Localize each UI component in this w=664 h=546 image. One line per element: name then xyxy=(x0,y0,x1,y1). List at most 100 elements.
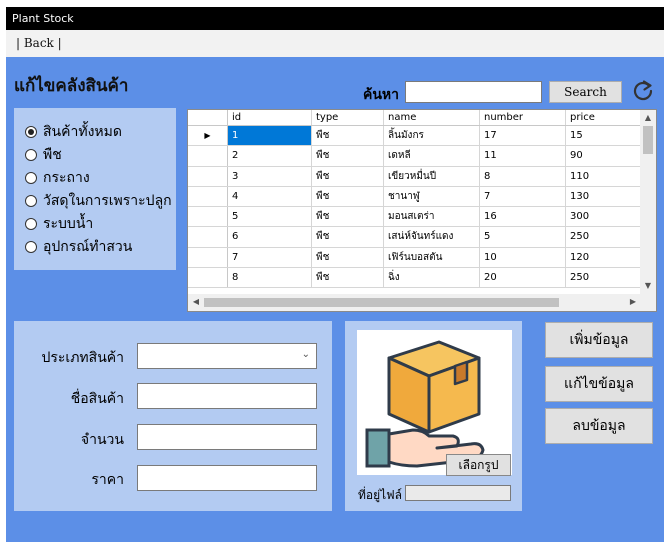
cell-name[interactable]: เขียวหมื่นปี xyxy=(384,166,480,186)
radio-circle-icon[interactable] xyxy=(25,148,37,161)
table-row[interactable]: 5 พืช มอนสเตร่า 16 300 xyxy=(188,207,641,228)
radio-circle-icon[interactable] xyxy=(25,171,37,184)
horizontal-scroll-thumb[interactable] xyxy=(204,298,559,307)
price-input[interactable] xyxy=(137,465,317,491)
row-header-cell[interactable] xyxy=(188,166,228,186)
column-header-type[interactable]: type xyxy=(312,110,384,125)
table-row[interactable]: 7 พืช เฟิร์นบอสตัน 10 120 xyxy=(188,247,641,269)
cell-price[interactable]: 110 xyxy=(566,166,641,186)
window-titlebar: Plant Stock xyxy=(6,7,664,30)
cell-type[interactable]: พืช xyxy=(312,166,384,186)
category-radio[interactable]: พืช xyxy=(14,143,176,166)
cell-price[interactable]: 120 xyxy=(566,247,641,268)
search-input[interactable] xyxy=(405,81,542,103)
column-header-id[interactable]: id xyxy=(228,110,312,125)
table-row[interactable]: ▶ 1 พืช ลิ้นมังกร 17 15 xyxy=(188,126,641,147)
cell-price[interactable]: 90 xyxy=(566,146,641,166)
scrollbar-corner xyxy=(640,294,656,311)
edit-data-button[interactable]: แก้ไขข้อมูล xyxy=(545,366,653,402)
cell-id[interactable]: 1 xyxy=(228,126,312,146)
table-row[interactable]: 4 พืช ชานาฬู 7 130 xyxy=(188,186,641,208)
vertical-scrollbar[interactable]: ▲ ▼ xyxy=(640,110,656,294)
cell-name[interactable]: เดหลี xyxy=(384,146,480,166)
current-row-indicator-icon[interactable]: ▶ xyxy=(188,126,228,146)
cell-type[interactable]: พืช xyxy=(312,186,384,207)
row-header-cell[interactable] xyxy=(188,186,228,207)
refresh-icon[interactable] xyxy=(631,79,655,103)
cell-type[interactable]: พืช xyxy=(312,268,384,288)
cell-name[interactable]: ลิ้นมังกร xyxy=(384,126,480,146)
window-title: Plant Stock xyxy=(12,12,74,25)
cell-price[interactable]: 130 xyxy=(566,186,641,207)
cell-name[interactable]: ชานาฬู xyxy=(384,186,480,207)
row-header-cell[interactable] xyxy=(188,207,228,227)
scroll-up-arrow-icon[interactable]: ▲ xyxy=(640,110,656,126)
category-radio[interactable]: ระบบน้ำ xyxy=(14,212,176,235)
name-input[interactable] xyxy=(137,383,317,409)
cell-type[interactable]: พืช xyxy=(312,146,384,166)
choose-image-button[interactable]: เลือกรูป xyxy=(446,454,511,476)
cell-name[interactable]: เสน่ห์จันทร์แดง xyxy=(384,227,480,247)
cell-number[interactable]: 11 xyxy=(480,146,566,166)
cell-id[interactable]: 6 xyxy=(228,227,312,247)
vertical-scroll-thumb[interactable] xyxy=(643,126,653,154)
category-radio[interactable]: วัสดุในการเพราะปลูก xyxy=(14,189,176,212)
category-radio[interactable]: สินค้าทั้งหมด xyxy=(14,120,176,143)
main-panel: แก้ไขคลังสินค้า ค้นหา Search สินค้าทั้งห… xyxy=(6,57,664,542)
cell-number[interactable]: 20 xyxy=(480,268,566,288)
scroll-down-arrow-icon[interactable]: ▼ xyxy=(640,278,656,294)
cell-name[interactable]: มอนสเตร่า xyxy=(384,207,480,227)
category-radio[interactable]: อุปกรณ์ทำสวน xyxy=(14,235,176,258)
cell-type[interactable]: พืช xyxy=(312,247,384,268)
table-row[interactable]: 2 พืช เดหลี 11 90 xyxy=(188,146,641,167)
horizontal-scrollbar[interactable]: ◀ ▶ xyxy=(188,294,641,311)
add-data-button[interactable]: เพิ่มข้อมูล xyxy=(545,322,653,358)
row-header-cell[interactable] xyxy=(188,146,228,166)
cell-type[interactable]: พืช xyxy=(312,227,384,247)
table-row[interactable]: 8 พืช ฉิ่ง 20 250 xyxy=(188,268,641,289)
cell-number[interactable]: 7 xyxy=(480,186,566,207)
cell-number[interactable]: 8 xyxy=(480,166,566,186)
category-radio-label: อุปกรณ์ทำสวน xyxy=(43,238,133,255)
table-row[interactable]: 3 พืช เขียวหมื่นปี 8 110 xyxy=(188,166,641,187)
delete-data-button[interactable]: ลบข้อมูล xyxy=(545,408,653,444)
menu-bar: | Back | xyxy=(6,30,664,57)
column-header-name[interactable]: name xyxy=(384,110,480,125)
cell-price[interactable]: 15 xyxy=(566,126,641,146)
row-header-cell[interactable] xyxy=(188,227,228,247)
column-header-number[interactable]: number xyxy=(480,110,566,125)
cell-number[interactable]: 16 xyxy=(480,207,566,227)
back-menu-item[interactable]: | Back | xyxy=(16,36,62,50)
cell-id[interactable]: 5 xyxy=(228,207,312,227)
row-header-cell[interactable] xyxy=(188,268,228,288)
radio-circle-icon[interactable] xyxy=(25,240,37,253)
cell-id[interactable]: 8 xyxy=(228,268,312,288)
cell-price[interactable]: 300 xyxy=(566,207,641,227)
scroll-right-arrow-icon[interactable]: ▶ xyxy=(625,294,641,310)
type-select[interactable]: ⌄ xyxy=(137,343,317,369)
cell-id[interactable]: 7 xyxy=(228,247,312,268)
radio-circle-icon[interactable] xyxy=(25,194,37,207)
search-button[interactable]: Search xyxy=(549,81,622,103)
cell-price[interactable]: 250 xyxy=(566,227,641,247)
cell-number[interactable]: 17 xyxy=(480,126,566,146)
row-header-cell[interactable] xyxy=(188,247,228,268)
radio-circle-icon[interactable] xyxy=(25,125,37,138)
cell-id[interactable]: 2 xyxy=(228,146,312,166)
product-grid[interactable]: id type name number price ▶ 1 พืช ลิ้นมังกร 17 15… xyxy=(187,109,657,312)
cell-price[interactable]: 250 xyxy=(566,268,641,288)
cell-name[interactable]: เฟิร์นบอสตัน xyxy=(384,247,480,268)
table-row[interactable]: 6 พืช เสน่ห์จันทร์แดง 5 250 xyxy=(188,227,641,248)
cell-name[interactable]: ฉิ่ง xyxy=(384,268,480,288)
category-radio[interactable]: กระถาง xyxy=(14,166,176,189)
cell-id[interactable]: 4 xyxy=(228,186,312,207)
column-header-price[interactable]: price xyxy=(566,110,641,125)
radio-circle-icon[interactable] xyxy=(25,217,37,230)
cell-number[interactable]: 10 xyxy=(480,247,566,268)
cell-number[interactable]: 5 xyxy=(480,227,566,247)
cell-type[interactable]: พืช xyxy=(312,207,384,227)
cell-id[interactable]: 3 xyxy=(228,166,312,186)
quantity-input[interactable] xyxy=(137,424,317,450)
scroll-left-arrow-icon[interactable]: ◀ xyxy=(188,294,204,310)
cell-type[interactable]: พืช xyxy=(312,126,384,146)
